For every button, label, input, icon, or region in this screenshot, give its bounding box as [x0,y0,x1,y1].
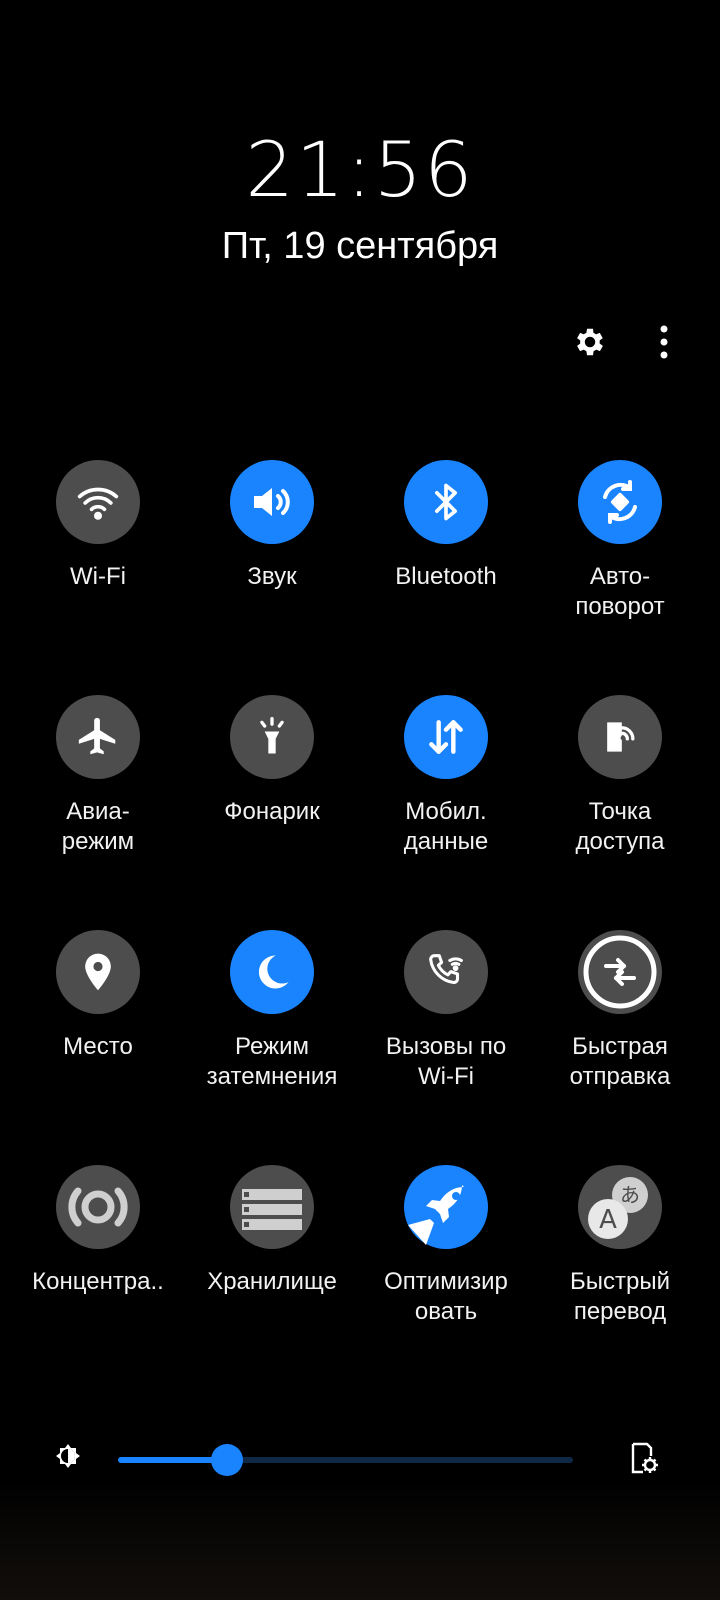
tile-hotspot[interactable]: Точка доступа [533,695,707,857]
tile-label: Мобил. данные [403,798,489,855]
tile-flashlight[interactable]: Фонарик [185,695,359,827]
tile-quick-share[interactable]: Быстрая отправка [533,930,707,1092]
wifi-icon [56,460,140,544]
svg-text:A: A [599,1205,617,1235]
adaptive-brightness-icon[interactable] [625,1440,661,1476]
tile-wifi-calling[interactable]: Вызовы по Wi-Fi [359,930,533,1092]
quick-share-icon [578,930,662,1014]
gear-icon[interactable] [570,322,610,362]
tile-auto-rotate[interactable]: Авто- поворот [533,460,707,622]
wifi-calling-icon [404,930,488,1014]
tile-sound[interactable]: Звук [185,460,359,592]
location-icon [56,930,140,1014]
svg-text:あ: あ [620,1183,640,1207]
tile-label: Точка доступа [575,798,665,855]
tile-label: Концентра.. [32,1268,164,1295]
tile-translate[interactable]: あA Быстрый перевод [533,1165,707,1327]
tile-label: Быстрая отправка [569,1033,671,1090]
wallpaper-background [0,1480,720,1600]
date: Пт, 19 сентября [221,225,499,267]
tile-label: Оптимизир овать [384,1268,508,1325]
tile-label: Авто- поворот [575,563,665,620]
mobile-data-icon [404,695,488,779]
tile-label: Вызовы по Wi-Fi [385,1033,507,1090]
translate-icon: あA [578,1165,662,1249]
brightness-bar [0,1440,720,1480]
tile-label: Bluetooth [395,563,497,590]
tile-location[interactable]: Место [11,930,185,1062]
tile-storage[interactable]: Хранилище [185,1165,359,1297]
clock: 21:56 [245,125,475,214]
more-vertical-icon[interactable] [644,322,684,362]
flashlight-icon [230,695,314,779]
dark-mode-icon [230,930,314,1014]
tile-label: Фонарик [224,798,320,825]
storage-icon [230,1165,314,1249]
tile-bluetooth[interactable]: Bluetooth [359,460,533,592]
brightness-sun-icon [50,1440,86,1476]
tile-label: Быстрый перевод [570,1268,670,1325]
bluetooth-icon [404,460,488,544]
tile-label: Звук [247,563,297,590]
auto-rotate-icon [578,460,662,544]
tile-focus[interactable]: Концентра.. [11,1165,185,1297]
tile-wifi[interactable]: Wi-Fi [11,460,185,592]
airplane-icon [56,695,140,779]
focus-icon [56,1165,140,1249]
brightness-slider[interactable] [118,1444,573,1476]
tile-label: Авиа- режим [61,798,135,855]
tile-airplane[interactable]: Авиа- режим [11,695,185,857]
tile-mobile-data[interactable]: Мобил. данные [359,695,533,857]
tile-label: Режим затемнения [206,1033,338,1090]
tile-label: Место [63,1033,133,1060]
tile-dark-mode[interactable]: Режим затемнения [185,930,359,1092]
sound-icon [230,460,314,544]
hotspot-icon [578,695,662,779]
tile-label: Хранилище [207,1268,337,1295]
tile-label: Wi-Fi [70,563,126,590]
brightness-slider-thumb[interactable] [211,1444,244,1476]
tile-optimize[interactable]: Оптимизир овать [359,1165,533,1327]
optimize-rocket-icon [404,1165,488,1249]
